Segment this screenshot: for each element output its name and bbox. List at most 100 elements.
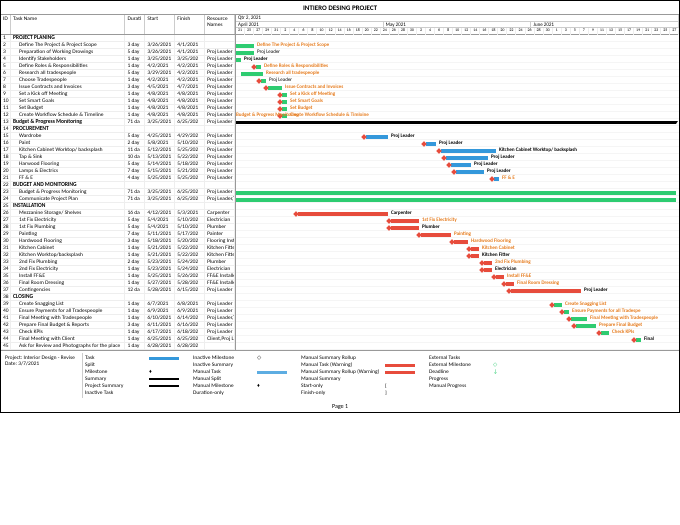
task-row[interactable]: 18Tap & Sink10 da5/13/20215/22/202Proj L… xyxy=(1,154,235,161)
task-row[interactable]: 43Check KPIs1 day6/17/20216/18/202Proj L… xyxy=(1,329,235,336)
task-row[interactable]: 42Prepare Final Budget & Reports3 day6/1… xyxy=(1,322,235,329)
task-bar[interactable] xyxy=(576,324,596,328)
task-bar[interactable] xyxy=(446,156,488,160)
task-row[interactable]: 45Ask for Review and Photographs for the… xyxy=(1,343,235,350)
task-bar[interactable] xyxy=(441,149,496,153)
task-row[interactable]: 36Final Room Dressing1 day5/27/20215/28/… xyxy=(1,280,235,287)
legend-label: Progress xyxy=(429,376,489,382)
bar-row: Proj Leader xyxy=(236,56,679,63)
task-bar[interactable] xyxy=(456,170,484,174)
task-row[interactable]: 342nd Fix Electricity1 day5/23/20215/24/… xyxy=(1,266,235,273)
day-label: 16 xyxy=(345,28,354,35)
legend-sample: ♦ xyxy=(257,383,287,389)
task-row[interactable]: 16Paint2 day5/8/20215/10/202Proj Leader xyxy=(1,140,235,147)
task-bar[interactable] xyxy=(298,212,388,216)
task-row[interactable]: 12Create Workflow Schedule & Timeline1 d… xyxy=(1,112,235,119)
task-bar[interactable] xyxy=(236,58,241,62)
task-row[interactable]: 30Hardwood Flooring3 day5/18/20215/20/20… xyxy=(1,238,235,245)
task-row[interactable]: 25INSTALLATION xyxy=(1,203,235,210)
task-row[interactable]: 26Mezzanine Storage/ Shelves16 da4/12/20… xyxy=(1,210,235,217)
bar-label: Budget & Progress Monitoring xyxy=(236,112,299,119)
bar-row: Proj Leader xyxy=(236,168,679,175)
task-bar[interactable] xyxy=(451,163,471,167)
summary-bar[interactable] xyxy=(236,121,676,124)
day-label: 3 xyxy=(562,28,571,35)
task-row[interactable]: 5Define Roles & Responsibilities1 day4/2… xyxy=(1,63,235,70)
task-row[interactable]: 35Install FF&E1 day5/25/20215/26/202FF&E… xyxy=(1,273,235,280)
task-bar[interactable] xyxy=(236,44,254,48)
task-row[interactable]: 21FF & E4 day5/25/20215/25/202Proj Leade… xyxy=(1,175,235,182)
task-row[interactable]: 40Ensure Payments for all Tradespeople1 … xyxy=(1,308,235,315)
bar-label: Proj Leader xyxy=(391,133,415,140)
task-row[interactable]: 14PROCUREMENT xyxy=(1,126,235,133)
gantt-chart[interactable]: Qtr 2, 2021 April 2021May 2021June 2021 … xyxy=(236,15,679,350)
day-label: 24 xyxy=(516,28,525,35)
task-bar[interactable] xyxy=(421,233,451,237)
task-row[interactable]: 13Budget & Progress Monitoring71 da3/25/… xyxy=(1,119,235,126)
day-label: 20 xyxy=(363,28,372,35)
task-row[interactable]: 24Communicate Project Plan71 da3/25/2021… xyxy=(1,196,235,203)
task-row[interactable]: 22BUDGET AND MONITORING xyxy=(1,182,235,189)
task-bar[interactable] xyxy=(366,135,388,139)
task-row[interactable]: 32Kitchen Worktop/backsplash1 day5/21/20… xyxy=(1,252,235,259)
task-bar[interactable] xyxy=(426,142,436,146)
task-bar[interactable] xyxy=(511,289,581,293)
task-row[interactable]: 2Define The Project & Project Scope3 day… xyxy=(1,42,235,49)
bar-row: Proj Leader xyxy=(236,49,679,56)
task-row[interactable]: 7Choose Tradespeople1 day4/2/20214/2/202… xyxy=(1,77,235,84)
task-row[interactable]: 23Budget & Progress Monitoring71 da3/25/… xyxy=(1,189,235,196)
bar-label: Install FF&E xyxy=(507,273,531,280)
task-row[interactable]: 3Preparation of Working Drowings5 day3/2… xyxy=(1,49,235,56)
task-row[interactable]: 29Painting7 day5/11/20215/17/202Painter xyxy=(1,231,235,238)
task-bar[interactable] xyxy=(236,198,676,202)
day-label: 10 xyxy=(317,28,326,35)
task-row[interactable]: 20Lamps & Electrics7 day5/15/20215/21/20… xyxy=(1,168,235,175)
task-row[interactable]: 37Contingencies12 da5/28/20216/15/202Pro… xyxy=(1,287,235,294)
month-label: May 2021 xyxy=(384,22,532,27)
task-row[interactable]: 6Research all tradespeople5 day3/29/2021… xyxy=(1,70,235,77)
task-row[interactable]: 332nd Fix Plumbing2 day5/23/20215/24/202… xyxy=(1,259,235,266)
legend: Project: Interior Design - Revise Date: … xyxy=(1,350,679,400)
month-label: June 2021 xyxy=(531,22,679,27)
task-row[interactable]: 31Kitchen Cabinet1 day5/21/20215/22/202K… xyxy=(1,245,235,252)
task-row[interactable]: 38CLOSING xyxy=(1,294,235,301)
task-row[interactable]: 9Set a Kick off Meeting1 day4/8/20214/8/… xyxy=(1,91,235,98)
col-resource[interactable]: Resource Names xyxy=(205,15,235,34)
task-row[interactable]: 15Wardrobe5 day4/25/20214/29/202Proj Lea… xyxy=(1,133,235,140)
col-start[interactable]: Start xyxy=(145,15,175,34)
legend-info: Project: Interior Design - Revise Date: … xyxy=(3,353,83,398)
bar-row: Plumber xyxy=(236,224,679,231)
task-row[interactable]: 19Harwood Flooring5 day5/14/20215/18/202… xyxy=(1,161,235,168)
task-bar[interactable] xyxy=(391,219,419,223)
task-bar[interactable] xyxy=(391,226,419,230)
task-row[interactable]: 44Final Meeting with Client1 day6/25/202… xyxy=(1,336,235,343)
task-row[interactable]: 41Final Meeting with Tradespeople1 day6/… xyxy=(1,315,235,322)
task-row[interactable]: 1PROJECT PLANING xyxy=(1,35,235,42)
task-bar[interactable] xyxy=(268,86,282,90)
col-task[interactable]: Task Name xyxy=(11,15,125,34)
task-row[interactable]: 10Set Smart Goals1 day4/8/20214/8/2021Pr… xyxy=(1,98,235,105)
bar-row: Create Snagging List xyxy=(236,301,679,308)
task-bar[interactable] xyxy=(454,240,468,244)
task-bar[interactable] xyxy=(236,51,254,55)
task-bar[interactable] xyxy=(241,72,263,76)
task-row[interactable]: 4Identify Stakeholders1 day3/25/20213/25… xyxy=(1,56,235,63)
bar-row: Painting xyxy=(236,231,679,238)
task-bar[interactable] xyxy=(236,191,676,195)
day-label: 14 xyxy=(336,28,345,35)
bar-label: Proj Leader xyxy=(244,56,268,63)
bar-label: Proj Leader xyxy=(269,77,292,84)
day-label: 30 xyxy=(544,28,553,35)
col-duration[interactable]: Durati xyxy=(125,15,145,34)
legend-sample xyxy=(385,378,415,381)
legend-label: Summary xyxy=(85,376,145,382)
task-row[interactable]: 271st Fix Electricity5 day5/4/20215/10/2… xyxy=(1,217,235,224)
task-row[interactable]: 17Kitchen Cabinet Worktop/ backsplash11 … xyxy=(1,147,235,154)
task-row[interactable]: 281st Fix Plumbing5 day5/4/20215/10/202P… xyxy=(1,224,235,231)
task-row[interactable]: 39Create Snagging List1 day6/7/20216/8/2… xyxy=(1,301,235,308)
col-finish[interactable]: Finish xyxy=(175,15,205,34)
col-id[interactable]: ID xyxy=(1,15,11,34)
task-row[interactable]: 8Issue Contracts and Invoices3 day4/5/20… xyxy=(1,84,235,91)
task-row[interactable]: 11Set Budget1 day4/8/20214/8/2021Proj Le… xyxy=(1,105,235,112)
task-bar[interactable] xyxy=(571,317,587,321)
